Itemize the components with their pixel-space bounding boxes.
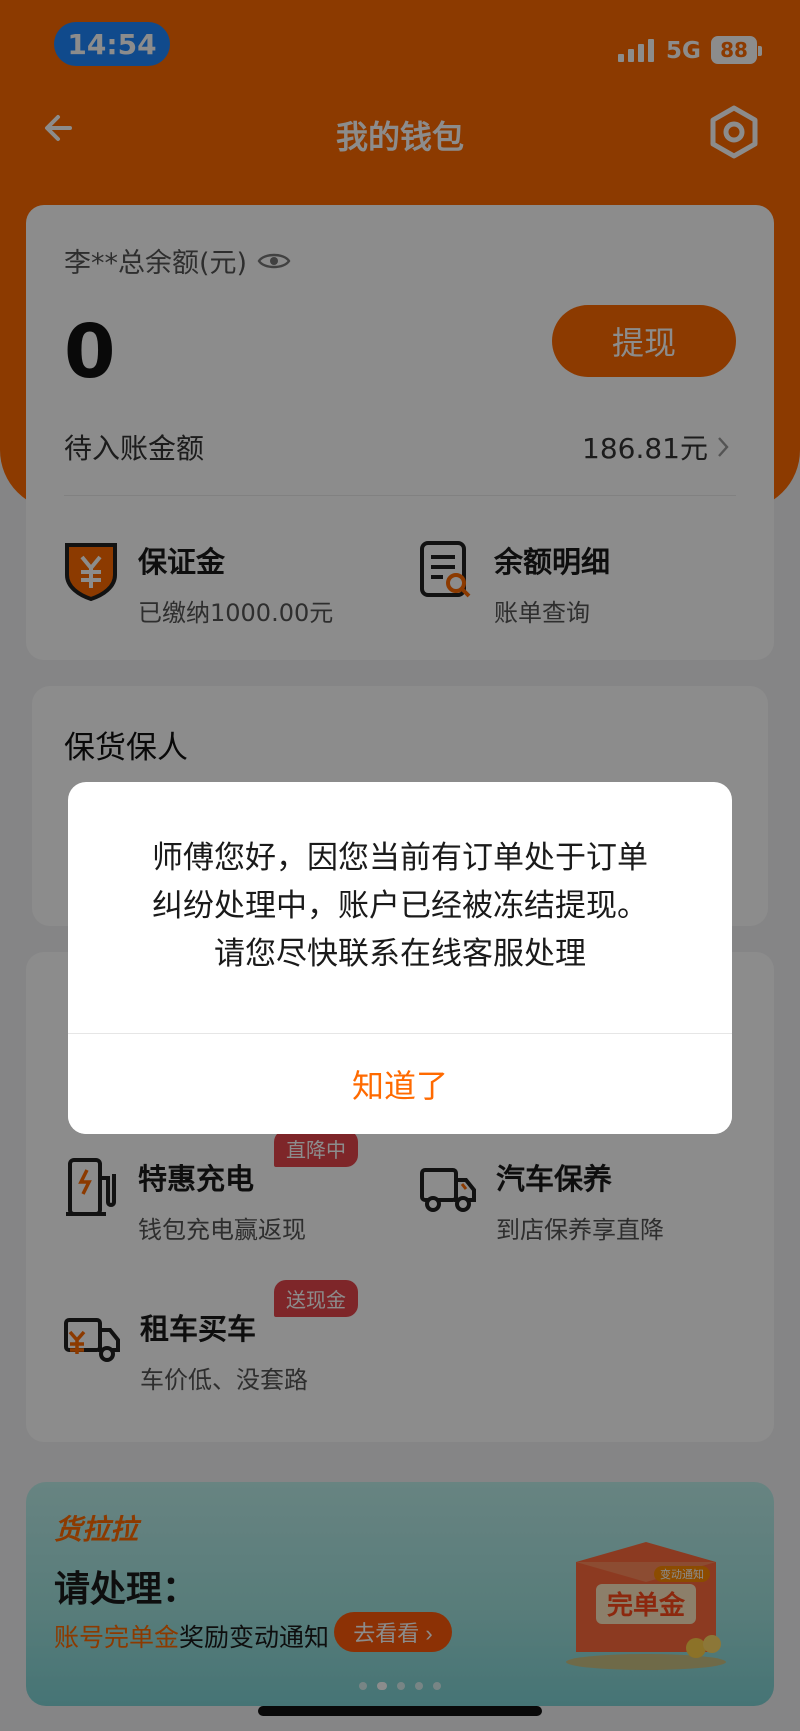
dialog-message-line: 纠纷处理中，账户已经被冻结提现。	[152, 888, 648, 924]
freeze-alert-dialog: 师傅您好，因您当前有订单处于订单 纠纷处理中，账户已经被冻结提现。 请您尽快联系…	[68, 782, 732, 1134]
dialog-confirm-button[interactable]: 知道了	[68, 1034, 732, 1134]
dialog-message: 师傅您好，因您当前有订单处于订单 纠纷处理中，账户已经被冻结提现。 请您尽快联系…	[108, 834, 692, 978]
dialog-message-line: 请您尽快联系在线客服处理	[214, 936, 586, 972]
dialog-message-line: 师傅您好，因您当前有订单处于订单	[152, 840, 648, 876]
